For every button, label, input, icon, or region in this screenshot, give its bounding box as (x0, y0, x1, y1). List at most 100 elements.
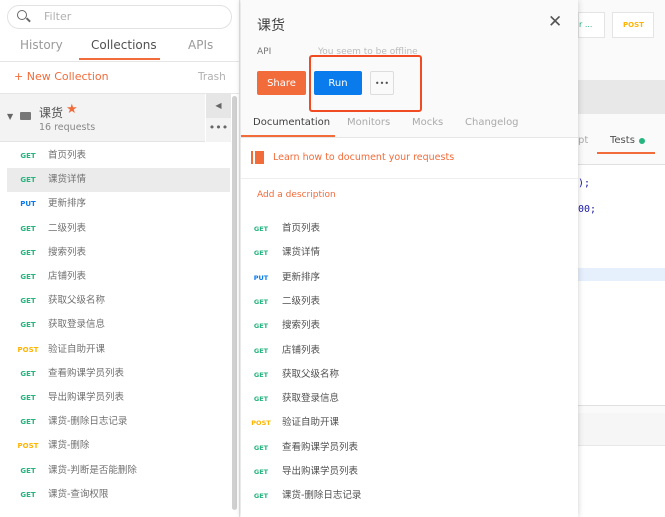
request-tab[interactable]: POST (612, 12, 654, 38)
method-badge: GET (20, 466, 36, 475)
folder-icon (20, 112, 31, 120)
collection-name: 课货 (39, 106, 64, 120)
request-name: 导出购课学员列表 (282, 466, 359, 477)
request-item[interactable]: GET 二级列表 (7, 217, 230, 241)
doc-request-item[interactable]: GET 查看购课学员列表 (241, 436, 578, 460)
response-header (578, 413, 665, 446)
caret-down-icon[interactable]: ▼ (7, 112, 13, 121)
request-item[interactable]: GET 获取父级名称 (7, 289, 230, 313)
panel-title: 课货 (257, 18, 285, 34)
code-line: ); (578, 178, 591, 189)
doc-request-item[interactable]: GET 二级列表 (241, 290, 578, 314)
divider (0, 61, 240, 62)
scrollbar[interactable] (232, 96, 237, 510)
request-name: 导出购课学员列表 (48, 392, 125, 403)
collection-count: 16 requests (39, 122, 96, 133)
request-name: 更新排序 (48, 198, 87, 210)
doc-request-item[interactable]: GET 搜索列表 (241, 314, 578, 338)
doc-request-item[interactable]: GET 获取父级名称 (241, 363, 578, 387)
request-name: 搜索列表 (48, 246, 87, 258)
doc-request-item[interactable]: GET 导出购课学员列表 (241, 460, 578, 484)
url-bar[interactable] (578, 80, 665, 114)
request-item[interactable]: GET 首页列表 (7, 144, 230, 168)
doc-request-item[interactable]: PUT 更新排序 (241, 266, 578, 290)
response-body (578, 446, 665, 517)
divider (578, 405, 665, 406)
code-line: 00; (578, 204, 597, 215)
request-item[interactable]: PUT 更新排序 (7, 192, 230, 216)
highlight-box (309, 55, 422, 112)
learn-link[interactable]: Learn how to document your requests (273, 152, 454, 163)
tab-collections[interactable]: Collections (91, 38, 157, 52)
request-item[interactable]: GET 导出购课学员列表 (7, 386, 230, 410)
request-item[interactable]: POST 验证自助开课 (7, 338, 230, 362)
share-button[interactable]: Share (257, 71, 306, 95)
request-name: 课货详情 (48, 174, 87, 186)
tab-tests[interactable]: Tests (610, 135, 635, 146)
tab-history[interactable]: History (20, 38, 63, 52)
request-name: 获取登录信息 (282, 393, 340, 405)
method-badge: GET (20, 321, 36, 330)
request-name: 查看购课学员列表 (48, 367, 125, 379)
request-name: 首页列表 (48, 150, 87, 161)
request-item[interactable]: GET 课货详情 (7, 168, 230, 193)
method-badge: PUT (253, 273, 269, 282)
request-item[interactable]: GET 获取登录信息 (7, 313, 230, 337)
request-item[interactable]: GET 搜索列表 (7, 241, 230, 265)
new-collection-button[interactable]: + New Collection (14, 70, 109, 83)
method-badge: GET (20, 224, 36, 233)
request-name: 搜索列表 (282, 320, 321, 332)
request-item[interactable]: GET 课货-删除日志记录 (7, 410, 230, 434)
tab-mocks[interactable]: Mocks (412, 117, 443, 128)
close-icon[interactable]: ✕ (548, 12, 562, 32)
active-line (578, 268, 665, 281)
doc-request-item[interactable]: GET 店铺列表 (241, 339, 578, 363)
doc-request-item[interactable]: GET 课货-删除日志记录 (241, 484, 578, 508)
request-item[interactable]: POST 课货-删除 (7, 434, 230, 458)
add-description-link[interactable]: Add a description (257, 190, 336, 200)
method-badge: GET (20, 490, 36, 499)
request-name: 课货-删除日志记录 (48, 416, 128, 428)
search-icon (17, 10, 27, 20)
collection-header[interactable]: ▼ 课货 ★ 16 requests (0, 94, 205, 142)
background-editor: r ... POST pt Tests ); 00; (578, 0, 665, 517)
request-name: 验证自助开课 (48, 343, 106, 355)
doc-request-item[interactable]: GET 获取登录信息 (241, 387, 578, 411)
request-item[interactable]: GET 课货-查询权限 (7, 483, 230, 507)
more-icon[interactable]: ••• (206, 118, 231, 142)
method-badge: GET (253, 443, 269, 452)
tab-apis[interactable]: APIs (188, 38, 213, 52)
request-item[interactable]: GET 查看购课学员列表 (7, 362, 230, 386)
method-badge: PUT (20, 200, 36, 209)
status-dot-icon (639, 138, 645, 144)
documentation-body: Learn how to document your requests Add … (241, 137, 578, 517)
method-badge: GET (20, 297, 36, 306)
trash-button[interactable]: Trash (198, 71, 226, 83)
method-badge: GET (20, 394, 36, 402)
method-badge: GET (253, 395, 269, 404)
tab-documentation[interactable]: Documentation (253, 117, 330, 128)
doc-request-item[interactable]: GET 首页列表 (241, 217, 578, 241)
collapse-icon[interactable]: ◀ (206, 94, 231, 118)
filter-input[interactable]: Filter (7, 5, 232, 29)
request-item[interactable]: GET 课货-判断是否能删除 (7, 459, 230, 483)
tab-monitors[interactable]: Monitors (347, 117, 390, 128)
code-editor[interactable]: ); 00; (578, 165, 665, 405)
method-badge: GET (253, 346, 269, 355)
tab-changelog[interactable]: Changelog (465, 117, 519, 128)
method-badge: GET (20, 273, 36, 281)
request-name: 获取父级名称 (282, 368, 340, 380)
method-badge: GET (253, 225, 269, 233)
request-name: 二级列表 (282, 295, 321, 307)
method-badge: GET (253, 249, 269, 258)
tab-prerequest[interactable]: pt (578, 135, 588, 146)
request-tab[interactable]: r ... (578, 12, 605, 38)
doc-request-item[interactable]: POST 验证自助开课 (241, 411, 578, 435)
method-badge: GET (253, 370, 269, 379)
doc-request-item[interactable]: GET 课货详情 (241, 241, 578, 265)
tab-underline (597, 152, 655, 154)
star-icon[interactable]: ★ (66, 102, 78, 117)
divider (241, 178, 578, 179)
request-name: 课货-删除日志记录 (282, 490, 362, 502)
request-item[interactable]: GET 店铺列表 (7, 265, 230, 289)
